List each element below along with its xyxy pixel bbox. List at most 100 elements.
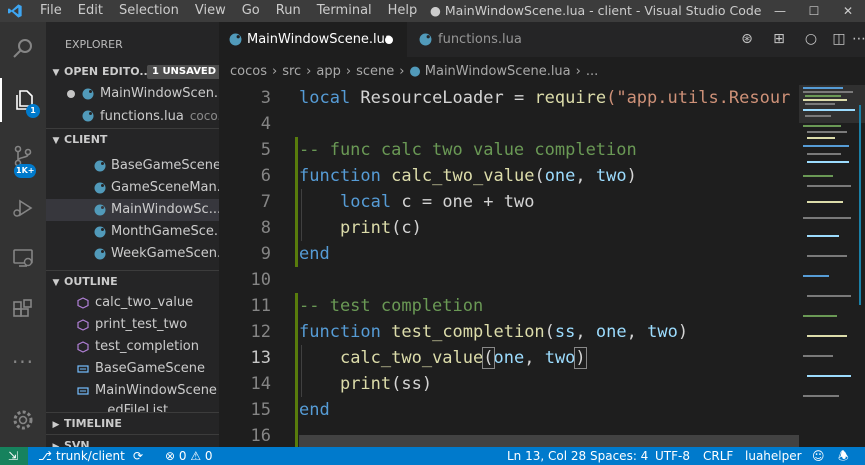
toggle-icon[interactable]: ○: [802, 30, 820, 48]
minimap[interactable]: [799, 85, 865, 447]
menu-terminal[interactable]: Terminal: [309, 0, 380, 22]
file-item[interactable]: BaseGameScene....: [46, 155, 219, 177]
file-label: WeekGameScen...: [111, 246, 219, 261]
outline-item[interactable]: MainWindowScene: [46, 380, 219, 402]
file-item[interactable]: GameSceneMan...: [46, 177, 219, 199]
outline-header[interactable]: ▼ OUTLINE: [46, 270, 219, 292]
unsaved-dot-icon: [67, 90, 75, 98]
unsaved-dot-icon[interactable]: [385, 36, 393, 44]
problems-status[interactable]: ⊗ 0 ⚠ 0: [165, 447, 213, 465]
horizontal-scrollbar[interactable]: [299, 435, 799, 447]
menu-edit[interactable]: Edit: [70, 0, 111, 22]
client-folder-header[interactable]: ▼ CLIENT: [46, 128, 219, 150]
eol-status[interactable]: CRLF: [703, 447, 733, 465]
maximize-icon[interactable]: ☐: [797, 0, 831, 22]
outline-item[interactable]: calc_two_value: [46, 292, 219, 314]
file-item[interactable]: MonthGameSce...: [46, 221, 219, 243]
lua-file-icon: ●: [409, 64, 421, 79]
line-number: 14: [250, 374, 271, 394]
breadcrumb: cocos › src › app › scene › ● MainWindowScene.lua…: [219, 57, 865, 87]
minimize-icon[interactable]: —: [763, 0, 797, 22]
line-number: 5: [260, 140, 271, 160]
breadcrumb-item[interactable]: MainWindowScene.lua: [425, 64, 571, 79]
minimap-line: [803, 175, 833, 177]
outline-item[interactable]: ...edFileList: [46, 400, 219, 412]
language-mode[interactable]: luahelper: [745, 447, 802, 465]
feedback-icon[interactable]: ☺: [812, 447, 825, 465]
outline-item[interactable]: BaseGameScene: [46, 358, 219, 380]
diff-icon[interactable]: ⊞: [770, 30, 788, 48]
outline-item[interactable]: print_test_two: [46, 314, 219, 336]
extensions-view-button[interactable]: [0, 288, 46, 332]
minimap-line: [803, 87, 843, 89]
outline-label: BaseGameScene: [95, 361, 205, 376]
split-editor-icon[interactable]: ◫: [830, 30, 848, 48]
explorer-view-button[interactable]: 1: [0, 78, 46, 122]
chevron-right-icon: ›: [575, 64, 581, 79]
code-line: end: [299, 400, 330, 420]
source-control-view-button[interactable]: 1K+: [0, 134, 46, 178]
breadcrumb-item[interactable]: app: [316, 64, 340, 79]
search-view-button[interactable]: [0, 27, 46, 71]
minimap-line: [803, 275, 829, 277]
open-editors-header[interactable]: ▼ OPEN EDITO... 1 UNSAVED: [46, 61, 219, 83]
encoding-status[interactable]: UTF-8: [655, 447, 690, 465]
branch-status[interactable]: trunk/client: [56, 447, 125, 465]
minimap-line: [803, 355, 833, 357]
tab-label: MainWindowScene.lua: [247, 32, 393, 47]
line-number: 12: [250, 322, 271, 342]
menu-run[interactable]: Run: [268, 0, 309, 22]
tab-mainwindowscene[interactable]: MainWindowScene.lua: [219, 22, 407, 57]
indentation-status[interactable]: Spaces: 4: [590, 447, 648, 465]
status-bar: ⇲ ⎇ trunk/client ⟳ ⊗ 0 ⚠ 0 Ln 13, Col 28…: [0, 447, 865, 465]
menu-selection[interactable]: Selection: [111, 0, 187, 22]
timeline-header[interactable]: ▶ TIMELINE: [46, 412, 219, 434]
breadcrumb-item[interactable]: scene: [356, 64, 394, 79]
lua-file-icon: [94, 248, 106, 260]
notifications-icon[interactable]: 🕭: [838, 447, 849, 465]
line-number: 15: [250, 400, 271, 420]
gear-icon: [13, 410, 33, 430]
cursor-position[interactable]: Ln 13, Col 28: [507, 447, 586, 465]
open-editor-item[interactable]: functions.luacoco...: [46, 105, 219, 127]
file-item-selected[interactable]: MainWindowSc...: [46, 199, 219, 221]
file-item[interactable]: WeekGameScen...: [46, 243, 219, 265]
menu-view[interactable]: View: [187, 0, 234, 22]
tab-functions[interactable]: functions.lua: [407, 22, 537, 57]
menu-go[interactable]: Go: [234, 0, 268, 22]
compare-icon[interactable]: ⊛: [738, 30, 756, 48]
code-line: print(c): [339, 218, 422, 238]
remote-indicator[interactable]: ⇲: [0, 447, 28, 465]
remote-explorer-view-button[interactable]: [0, 236, 46, 280]
minimap-line: [803, 91, 853, 93]
breadcrumb-item[interactable]: cocos: [230, 64, 267, 79]
svn-header[interactable]: ▶ SVN: [46, 434, 219, 447]
outline-label: calc_two_value: [95, 295, 194, 310]
chevron-down-icon: ▼: [52, 136, 60, 146]
open-editor-item[interactable]: MainWindowScen...: [46, 83, 219, 105]
breadcrumb-item[interactable]: src: [282, 64, 301, 79]
chevron-down-icon: ▼: [52, 278, 60, 288]
open-editors-label: OPEN EDITO...: [64, 65, 152, 78]
run-debug-view-button[interactable]: [0, 186, 46, 230]
chevron-right-icon: ›: [271, 64, 278, 79]
more-actions-icon[interactable]: ⋯: [852, 30, 865, 48]
breadcrumb-item[interactable]: ...: [586, 64, 598, 79]
code-line: end: [299, 244, 330, 264]
method-icon: [77, 319, 89, 331]
sync-icon[interactable]: ⟳: [133, 447, 143, 465]
open-editor-label: MainWindowScen...: [100, 86, 219, 101]
code-editor[interactable]: 3 4 5 6 7 8 9 10 11 12 13 14 15 16 local…: [219, 85, 799, 447]
extensions-icon: [13, 299, 32, 317]
minimap-line: [803, 99, 847, 101]
more-views-button[interactable]: ···: [0, 340, 46, 384]
branch-icon: ⎇: [38, 449, 52, 463]
lua-file-icon: [82, 88, 94, 100]
outline-item[interactable]: test_completion: [46, 336, 219, 358]
manage-button[interactable]: [0, 398, 46, 442]
menu-file[interactable]: File: [32, 0, 70, 22]
scrollbar-change-marker: [859, 105, 861, 305]
lua-file-icon: [94, 160, 106, 172]
menu-help[interactable]: Help: [380, 0, 426, 22]
close-icon[interactable]: ✕: [831, 0, 865, 22]
